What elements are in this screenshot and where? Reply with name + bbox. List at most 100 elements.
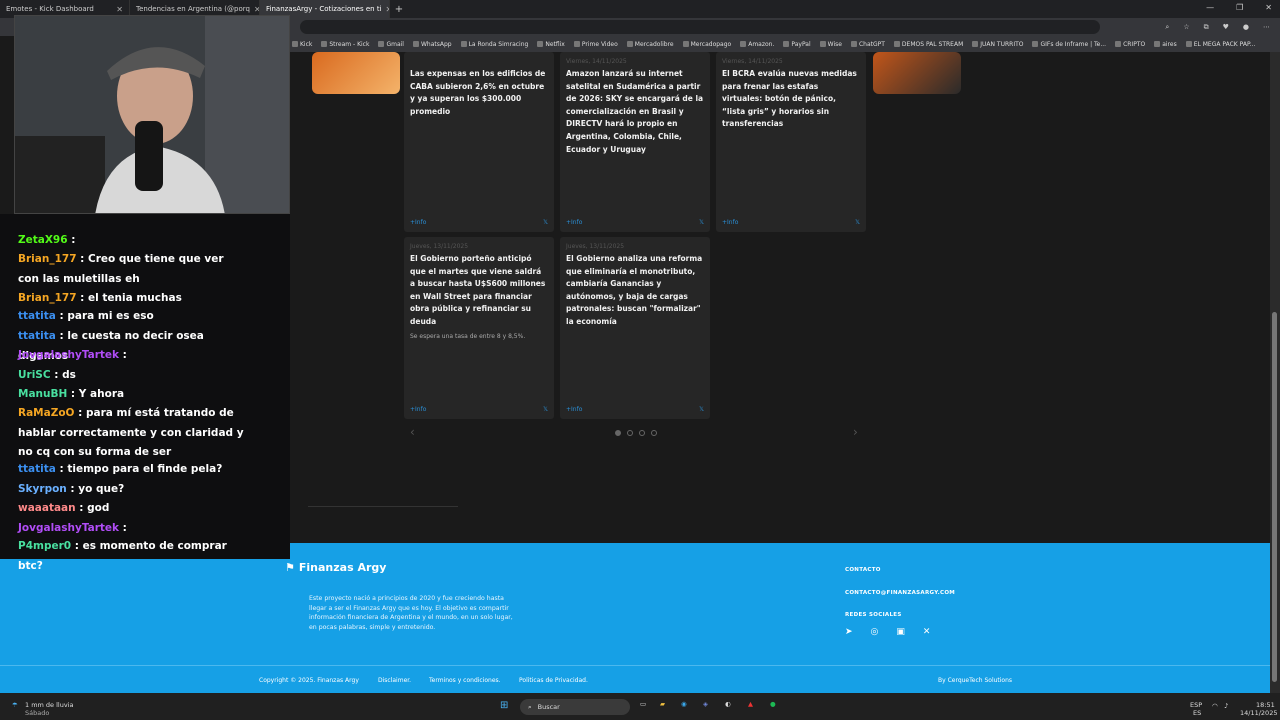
volume-icon[interactable]: ♪ <box>1224 702 1228 710</box>
chat-username[interactable]: RaMaZoO <box>18 407 74 419</box>
star-icon[interactable]: ☆ <box>1183 23 1189 32</box>
file-explorer-icon[interactable]: ▰ <box>660 700 665 708</box>
news-card[interactable]: Jueves, 13/11/2025 El Gobierno analiza u… <box>560 237 710 419</box>
news-title[interactable]: El BCRA evalúa nuevas medidas para frena… <box>722 68 860 131</box>
chat-username[interactable]: ttatita <box>18 463 56 475</box>
x-share-icon[interactable]: 𝕏 <box>855 219 860 226</box>
weather-icon[interactable]: ☂ <box>12 701 18 709</box>
news-title[interactable]: Amazon lanzará su internet satelital en … <box>566 68 704 156</box>
favorites-icon[interactable]: ♥ <box>1223 23 1229 32</box>
menu-icon[interactable]: ⋯ <box>1263 23 1270 32</box>
bookmark-item[interactable]: Amazon. <box>740 41 774 48</box>
address-bar[interactable] <box>300 20 1100 34</box>
bookmark-item[interactable]: aires <box>1154 41 1177 48</box>
bookmark-item[interactable]: Gmail <box>378 41 404 48</box>
page-scrollbar[interactable] <box>1270 52 1280 693</box>
privacy-link[interactable]: Politicas de Privacidad. <box>519 677 588 684</box>
minimize-icon[interactable]: — <box>1206 3 1214 12</box>
chat-username[interactable]: ManuBH <box>18 388 67 400</box>
telegram-icon[interactable]: ➤ <box>845 627 853 637</box>
extensions-icon[interactable]: ⧉ <box>1204 23 1209 32</box>
x-share-icon[interactable]: 𝕏 <box>543 219 548 226</box>
carousel-dot[interactable] <box>615 430 621 436</box>
bookmark-item[interactable]: Mercadopago <box>682 41 731 48</box>
chat-separator: : <box>55 310 68 322</box>
more-info-link[interactable]: +Info <box>566 219 582 226</box>
chat-username[interactable]: ttatita <box>18 330 56 342</box>
x-share-icon[interactable]: 𝕏 <box>699 406 704 413</box>
profile-icon[interactable]: ● <box>1243 23 1249 32</box>
more-info-link[interactable]: +Info <box>410 406 426 413</box>
close-window-icon[interactable]: ✕ <box>1265 3 1272 12</box>
chat-username[interactable]: Skyrpon <box>18 483 67 495</box>
bookmark-item[interactable]: Stream - Kick <box>321 41 369 48</box>
bookmark-item[interactable]: La Ronda Simracing <box>460 41 528 48</box>
spotify-icon[interactable]: ● <box>770 700 776 708</box>
contact-email-link[interactable]: CONTACTO@FINANZASARGY.COM <box>845 590 955 596</box>
bookmark-item[interactable]: JUAN TURRITO <box>972 41 1023 48</box>
edge-icon[interactable]: ◉ <box>681 700 687 708</box>
zoom-icon[interactable]: ⌕ <box>1165 23 1169 32</box>
chat-username[interactable]: JovgalashyTartek <box>18 349 119 361</box>
credit-link[interactable]: By CerqueTech Solutions <box>938 677 1012 684</box>
bookmark-item[interactable]: Mercadolibre <box>626 41 674 48</box>
wifi-icon[interactable]: ◠ <box>1212 702 1218 710</box>
chat-username[interactable]: P4mper0 <box>18 540 71 552</box>
carousel-dot[interactable] <box>627 430 633 436</box>
footer-logo[interactable]: ⚑ Finanzas Argy <box>285 561 386 574</box>
x-icon[interactable]: ✕ <box>923 627 931 637</box>
scrollbar-thumb[interactable] <box>1272 312 1277 682</box>
taskbar-search[interactable]: ⌕ Buscar <box>520 699 630 715</box>
task-view-icon[interactable]: ▭ <box>640 700 646 708</box>
bookmark-item[interactable]: DEMOS PAL STREAM <box>893 41 963 48</box>
more-info-link[interactable]: +Info <box>410 219 426 226</box>
more-info-link[interactable]: +Info <box>566 406 582 413</box>
news-card[interactable]: Viernes, 14/11/2025 Amazon lanzará su in… <box>560 52 710 232</box>
chat-username[interactable]: ttatita <box>18 310 56 322</box>
obs-icon[interactable]: ▲ <box>748 700 753 708</box>
news-card[interactable]: Jueves, 13/11/2025 El Gobierno porteño a… <box>404 237 554 419</box>
news-title[interactable]: El Gobierno porteño anticipó que el mart… <box>410 253 548 329</box>
discord-icon[interactable]: ◈ <box>703 700 708 708</box>
weather-text[interactable]: 1 mm de lluvia <box>25 701 74 709</box>
chat-username[interactable]: waaataan <box>18 502 76 514</box>
chat-username[interactable]: UriSC <box>18 369 51 381</box>
terms-link[interactable]: Terminos y condiciones. <box>429 677 501 684</box>
start-icon[interactable]: ⊞ <box>500 700 508 711</box>
x-share-icon[interactable]: 𝕏 <box>543 406 548 413</box>
contact-heading: CONTACTO <box>845 567 881 573</box>
news-card[interactable]: Viernes, 14/11/2025 El BCRA evalúa nueva… <box>716 52 866 232</box>
news-title[interactable]: El Gobierno analiza una reforma que elim… <box>566 253 704 329</box>
carousel-dot[interactable] <box>651 430 657 436</box>
lang-indicator[interactable]: ESP <box>1190 701 1202 709</box>
bookmark-item[interactable]: Kick <box>292 41 312 48</box>
bookmark-item[interactable]: ChatGPT <box>850 41 885 48</box>
more-info-link[interactable]: +Info <box>722 219 738 226</box>
linkedin-icon[interactable]: ▣ <box>896 627 905 637</box>
instagram-icon[interactable]: ◎ <box>871 627 879 637</box>
bookmark-item[interactable]: Wise <box>819 41 842 48</box>
news-title[interactable]: Las expensas en los edificios de CABA su… <box>410 68 548 118</box>
bookmark-item[interactable]: PayPal <box>783 41 811 48</box>
x-share-icon[interactable]: 𝕏 <box>699 219 704 226</box>
bookmark-item[interactable]: GIFs de Inframe | Te... <box>1032 41 1106 48</box>
close-icon[interactable]: ✕ <box>116 5 123 14</box>
carousel-dot[interactable] <box>639 430 645 436</box>
disclaimer-link[interactable]: Disclaimer. <box>378 677 411 684</box>
carousel-prev-icon[interactable]: ‹ <box>410 425 415 439</box>
bookmark-item[interactable]: Prime Video <box>573 41 618 48</box>
chat-username[interactable]: Brian_177 <box>18 253 77 265</box>
news-card[interactable]: Las expensas en los edificios de CABA su… <box>404 52 554 232</box>
chat-username[interactable]: JovgalashyTartek <box>18 522 119 534</box>
maximize-icon[interactable]: ❐ <box>1236 3 1243 12</box>
bookmark-item[interactable]: EL MEGA PACK PAP... <box>1185 41 1255 48</box>
bookmark-item[interactable]: CRIPTO <box>1115 41 1145 48</box>
new-tab-button[interactable]: + <box>390 4 408 15</box>
chat-username[interactable]: ZetaX96 <box>18 234 68 246</box>
chat-username[interactable]: Brian_177 <box>18 292 77 304</box>
bookmark-item[interactable]: WhatsApp <box>412 41 452 48</box>
clock-time[interactable]: 18:51 <box>1256 701 1275 709</box>
steam-icon[interactable]: ◐ <box>725 700 731 708</box>
carousel-next-icon[interactable]: › <box>853 425 858 439</box>
bookmark-item[interactable]: Netflix <box>537 41 565 48</box>
